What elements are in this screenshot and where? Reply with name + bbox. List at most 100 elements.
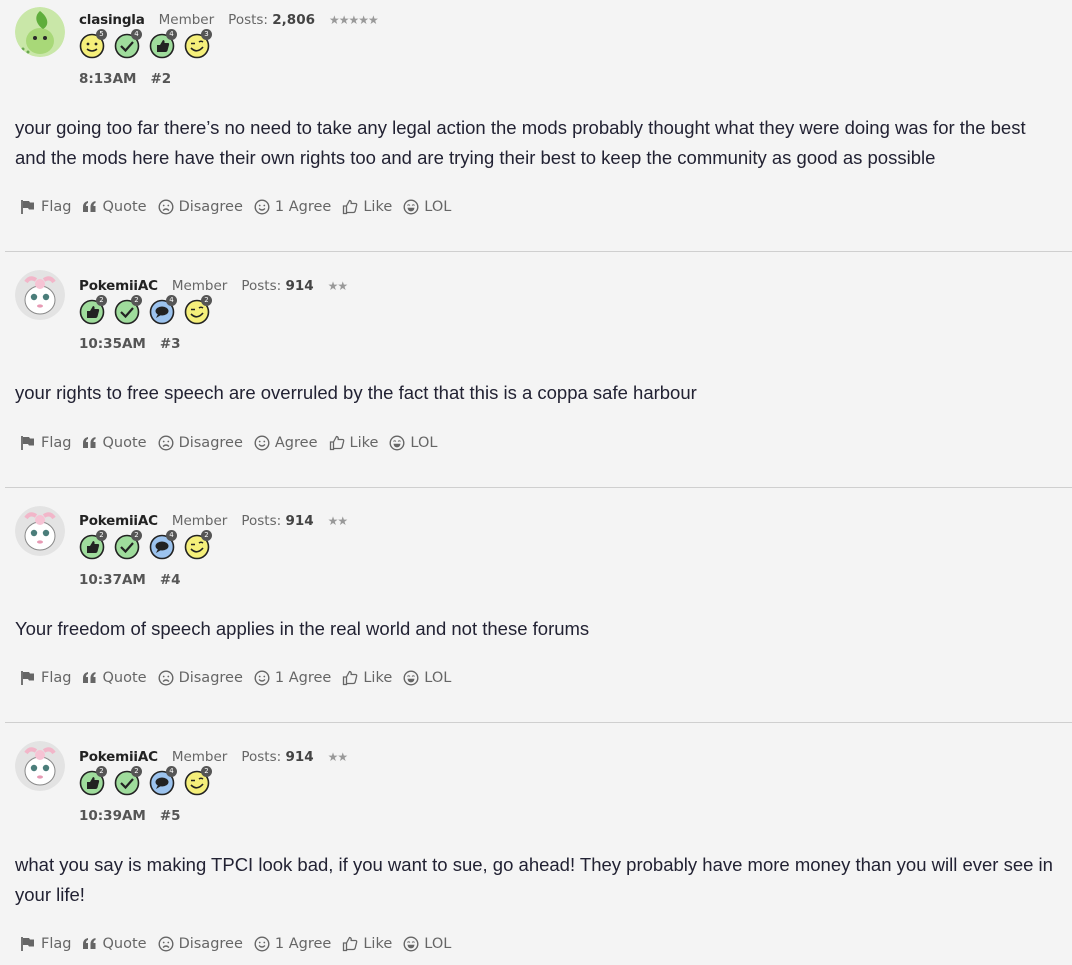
disagree-button[interactable]: Disagree <box>158 435 243 451</box>
quote-button[interactable]: Quote <box>82 936 147 952</box>
disagree-button[interactable]: Disagree <box>158 670 243 686</box>
post: PokemiiAC Member Posts: 914 ★★ 2 2 4 2 1… <box>5 252 1072 488</box>
thumbs-up-badge-icon[interactable]: 2 <box>79 530 107 560</box>
flag-button[interactable]: Flag <box>20 670 71 686</box>
thumbs-up-badge-icon[interactable]: 4 <box>149 29 177 59</box>
badge-count: 3 <box>201 29 212 40</box>
like-label: Like <box>363 199 393 215</box>
quote-button[interactable]: Quote <box>82 199 147 215</box>
badge-count: 2 <box>131 530 142 541</box>
username-link[interactable]: PokemiiAC <box>79 513 158 529</box>
wink-face-badge-icon[interactable]: 2 <box>184 530 212 560</box>
quote-label: Quote <box>102 936 147 952</box>
speech-bubble-badge-icon[interactable]: 4 <box>149 295 177 325</box>
quote-button[interactable]: Quote <box>82 670 147 686</box>
quote-button[interactable]: Quote <box>82 435 147 451</box>
disagree-button[interactable]: Disagree <box>158 199 243 215</box>
posts-label: Posts: <box>241 513 282 529</box>
post-time[interactable]: 10:39AM <box>79 808 146 824</box>
flag-button[interactable]: Flag <box>20 936 71 952</box>
username-link[interactable]: PokemiiAC <box>79 749 158 765</box>
quote-icon <box>83 672 96 683</box>
post-time[interactable]: 10:37AM <box>79 572 146 588</box>
checkmark-badge-icon[interactable]: 2 <box>114 530 142 560</box>
badge-count: 2 <box>201 295 212 306</box>
agree-button[interactable]: 1 Agree <box>254 670 331 686</box>
flag-icon <box>21 436 34 450</box>
thumbs-up-badge-icon[interactable]: 2 <box>79 295 107 325</box>
checkmark-badge-icon[interactable]: 2 <box>114 766 142 796</box>
wink-face-badge-icon[interactable]: 2 <box>184 766 212 796</box>
smiley-face-badge-icon[interactable]: 5 <box>79 29 107 59</box>
post-timestamp-row: 8:13AM #2 <box>79 71 171 87</box>
agree-button[interactable]: 1 Agree <box>254 936 331 952</box>
user-role: Member <box>171 749 228 765</box>
lol-button[interactable]: LOL <box>403 936 451 952</box>
posts-label: Posts: <box>241 278 282 294</box>
avatar[interactable] <box>15 741 65 791</box>
wink-face-badge-icon[interactable]: 3 <box>184 29 212 59</box>
thumbs-up-icon <box>329 435 344 451</box>
wink-face-badge-icon[interactable]: 2 <box>184 295 212 325</box>
post-number[interactable]: #4 <box>160 572 181 588</box>
avatar[interactable] <box>15 7 65 57</box>
post-time[interactable]: 10:35AM <box>79 336 146 352</box>
like-button[interactable]: Like <box>342 936 392 952</box>
post-number[interactable]: #5 <box>160 808 181 824</box>
smile-icon <box>254 670 270 686</box>
user-role: Member <box>158 12 215 28</box>
quote-label: Quote <box>102 670 147 686</box>
agree-label: Agree <box>274 435 318 451</box>
post-number[interactable]: #2 <box>150 71 171 87</box>
badge-count: 2 <box>131 295 142 306</box>
post-time[interactable]: 8:13AM <box>79 71 136 87</box>
post-actions: Flag Quote Disagree Agree Like LOL <box>20 435 448 451</box>
username-link[interactable]: clasingla <box>79 12 145 28</box>
lol-button[interactable]: LOL <box>389 435 437 451</box>
frown-icon <box>158 199 174 215</box>
flag-label: Flag <box>41 199 72 215</box>
flag-button[interactable]: Flag <box>20 199 71 215</box>
lol-button[interactable]: LOL <box>403 670 451 686</box>
disagree-label: Disagree <box>178 435 243 451</box>
like-button[interactable]: Like <box>342 199 392 215</box>
quote-icon <box>83 437 96 448</box>
like-button[interactable]: Like <box>342 670 392 686</box>
badge-count: 2 <box>201 530 212 541</box>
like-button[interactable]: Like <box>329 435 378 451</box>
avatar[interactable] <box>15 506 65 556</box>
user-role: Member <box>171 278 228 294</box>
avatar[interactable] <box>15 270 65 320</box>
speech-bubble-badge-icon[interactable]: 4 <box>149 766 177 796</box>
laugh-icon <box>403 670 419 686</box>
thumbs-up-badge-icon[interactable]: 2 <box>79 766 107 796</box>
badge-count: 4 <box>166 29 177 40</box>
post: PokemiiAC Member Posts: 914 ★★ 2 2 4 2 1… <box>5 488 1072 723</box>
agree-button[interactable]: Agree <box>254 435 318 451</box>
posts-count: 914 <box>285 513 314 529</box>
like-label: Like <box>363 670 393 686</box>
rank-stars: ★★ <box>327 750 348 764</box>
frown-icon <box>158 670 174 686</box>
badge-count: 2 <box>131 766 142 777</box>
post-number[interactable]: #3 <box>160 336 181 352</box>
agree-button[interactable]: 1 Agree <box>254 199 331 215</box>
speech-bubble-badge-icon[interactable]: 4 <box>149 530 177 560</box>
rank-stars: ★★ <box>327 514 348 528</box>
post: clasingla Member Posts: 2,806 ★★★★★ 5 4 … <box>5 0 1072 252</box>
frown-icon <box>158 435 174 451</box>
quote-icon <box>83 201 96 212</box>
lol-button[interactable]: LOL <box>403 199 451 215</box>
badge-count: 4 <box>131 29 142 40</box>
disagree-button[interactable]: Disagree <box>158 936 243 952</box>
checkmark-badge-icon[interactable]: 4 <box>114 29 142 59</box>
post-meta: clasingla Member Posts: 2,806 ★★★★★ <box>79 12 379 28</box>
smile-icon <box>254 199 270 215</box>
disagree-label: Disagree <box>178 199 243 215</box>
post-meta: PokemiiAC Member Posts: 914 ★★ <box>79 513 348 529</box>
post-timestamp-row: 10:37AM #4 <box>79 572 181 588</box>
username-link[interactable]: PokemiiAC <box>79 278 158 294</box>
flag-button[interactable]: Flag <box>20 435 71 451</box>
laugh-icon <box>389 435 405 451</box>
checkmark-badge-icon[interactable]: 2 <box>114 295 142 325</box>
